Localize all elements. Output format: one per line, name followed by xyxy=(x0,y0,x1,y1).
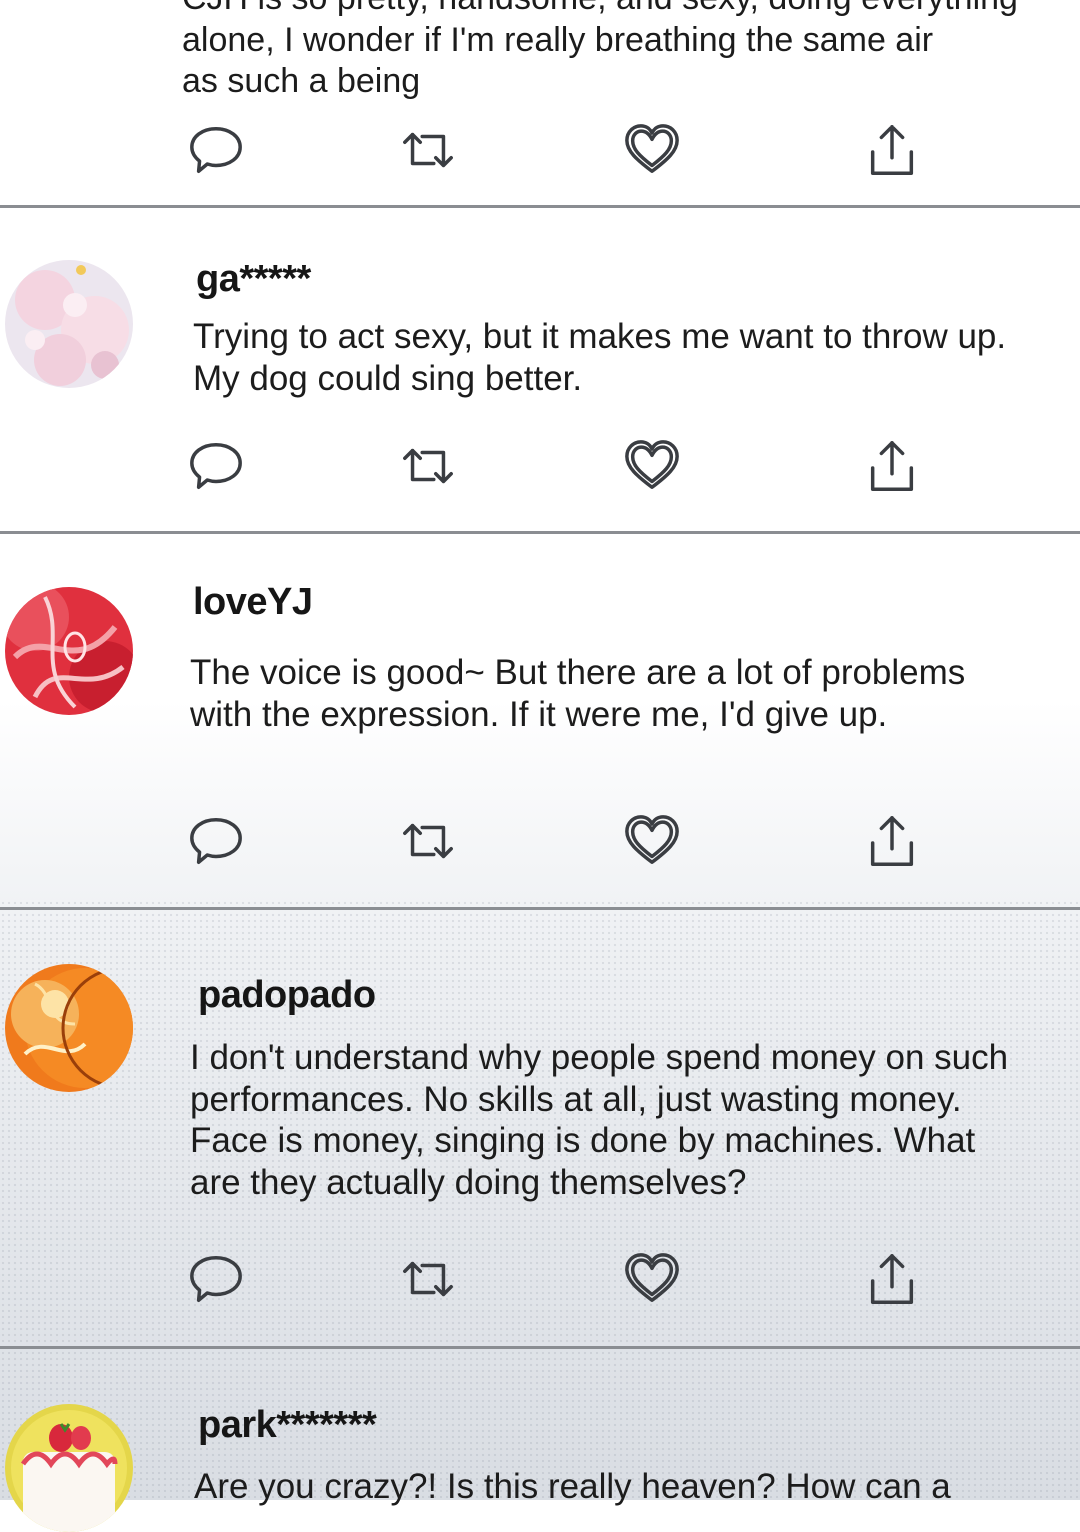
post-text-line: The voice is good~ But there are a lot o… xyxy=(190,653,966,692)
post-text: Are you crazy?! Is this really heaven? H… xyxy=(194,1466,1074,1508)
post-text-line: alone, I wonder if I'm really breathing … xyxy=(182,20,934,59)
post-actions xyxy=(0,120,1080,180)
like-button[interactable] xyxy=(622,436,682,496)
avatar xyxy=(5,587,133,715)
speech-bubble-icon xyxy=(190,817,242,865)
share-icon xyxy=(870,1254,914,1304)
post-actions xyxy=(0,436,1080,496)
post-text-line: Trying to act sexy, but it makes me want… xyxy=(193,317,1007,356)
share-button[interactable] xyxy=(862,436,922,496)
reply-button[interactable] xyxy=(186,1249,246,1309)
retweet-button[interactable] xyxy=(398,1249,458,1309)
username[interactable]: park******* xyxy=(198,1404,377,1447)
post-text: CJH is so pretty, handsome, and sexy, do… xyxy=(182,0,1062,103)
heart-icon xyxy=(625,815,679,865)
reply-button[interactable] xyxy=(186,436,246,496)
post-text-line: Face is money, singing is done by machin… xyxy=(190,1121,976,1160)
username[interactable]: padopado xyxy=(198,974,376,1017)
reply-button[interactable] xyxy=(186,811,246,871)
post-text: I don't understand why people spend mone… xyxy=(190,1037,1070,1203)
retweet-button[interactable] xyxy=(398,120,458,180)
retweet-button[interactable] xyxy=(398,811,458,871)
post-divider xyxy=(0,205,1080,208)
post-text-line: Are you crazy?! Is this really heaven? H… xyxy=(194,1467,951,1506)
share-button[interactable] xyxy=(862,1249,922,1309)
like-button[interactable] xyxy=(622,811,682,871)
retweet-icon xyxy=(403,448,453,484)
speech-bubble-icon xyxy=(190,126,242,174)
speech-bubble-icon xyxy=(190,442,242,490)
post-divider xyxy=(0,531,1080,534)
post-actions xyxy=(0,1249,1080,1309)
username[interactable]: ga***** xyxy=(196,258,311,301)
retweet-icon xyxy=(403,823,453,859)
post-text-line: CJH is so pretty, handsome, and sexy, do… xyxy=(182,0,1062,20)
avatar xyxy=(5,1404,133,1532)
share-icon xyxy=(870,125,914,175)
post-text-line: are they actually doing themselves? xyxy=(190,1162,747,1202)
username[interactable]: loveYJ xyxy=(193,581,313,624)
like-button[interactable] xyxy=(622,1249,682,1309)
heart-icon xyxy=(625,1253,679,1303)
post-text: Trying to act sexy, but it makes me want… xyxy=(193,316,1073,399)
post-text: The voice is good~ But there are a lot o… xyxy=(190,652,1070,735)
heart-icon xyxy=(625,124,679,174)
post-divider xyxy=(0,907,1080,910)
avatar xyxy=(5,964,133,1092)
retweet-icon xyxy=(403,1261,453,1297)
post-text-line: with the expression. If it were me, I'd … xyxy=(190,694,888,734)
share-button[interactable] xyxy=(862,120,922,180)
post-text-line: My dog could sing better. xyxy=(193,358,583,398)
reply-button[interactable] xyxy=(186,120,246,180)
post-actions xyxy=(0,811,1080,871)
avatar xyxy=(5,260,133,388)
like-button[interactable] xyxy=(622,120,682,180)
speech-bubble-icon xyxy=(190,1255,242,1303)
retweet-button[interactable] xyxy=(398,436,458,496)
share-button[interactable] xyxy=(862,811,922,871)
retweet-icon xyxy=(403,132,453,168)
post-divider xyxy=(0,1346,1080,1349)
heart-icon xyxy=(625,440,679,490)
share-icon xyxy=(870,441,914,491)
post-text-line: as such a being xyxy=(182,62,421,100)
post-text-line: performances. No skills at all, just was… xyxy=(190,1079,962,1119)
post-text-line: I don't understand why people spend mone… xyxy=(190,1038,1009,1077)
share-icon xyxy=(870,816,914,866)
